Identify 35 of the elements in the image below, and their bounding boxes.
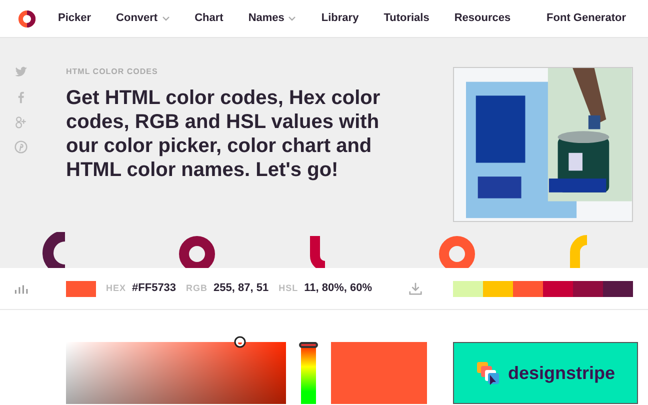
chart-icon[interactable] [14, 284, 29, 294]
brand-name: designstripe [508, 362, 616, 385]
field-label: HEX [106, 282, 126, 295]
pinterest-icon[interactable] [14, 140, 28, 154]
hue-slider[interactable] [301, 342, 316, 404]
palette-swatch[interactable] [543, 280, 573, 296]
field-value: 11, 80%, 60% [304, 281, 372, 296]
palette-swatch[interactable] [513, 280, 543, 296]
section-label: HTML COLOR CODES [66, 66, 159, 78]
field-value: #FF5733 [132, 281, 176, 296]
headline: Get HTML color codes, Hex color codes, RGB and HSL values with our color picker, color chart and HTML color names. Let's go! [66, 86, 382, 182]
nav-link[interactable]: Font Generator [546, 10, 626, 27]
field-label: RGB [186, 282, 208, 295]
nav-link[interactable]: Chart [194, 10, 224, 27]
nav-link[interactable]: Resources [454, 10, 511, 27]
palette-swatch[interactable] [453, 280, 483, 296]
picker-handle[interactable] [234, 336, 246, 348]
nav-link[interactable]: Library [321, 10, 359, 27]
twitter-icon[interactable] [14, 65, 28, 79]
ad-banner[interactable]: designstripe [453, 342, 638, 404]
nav-link[interactable]: Tutorials [384, 10, 430, 27]
palette-swatch[interactable] [603, 280, 633, 296]
field-label: HSL [278, 282, 298, 295]
palette-swatch[interactable] [483, 280, 513, 296]
nav-link[interactable]: Picker [58, 10, 92, 27]
google-plus-icon[interactable] [14, 115, 28, 129]
palette-swatch[interactable] [573, 280, 603, 296]
nav-link[interactable]: Names [248, 10, 296, 27]
logo-icon[interactable] [18, 10, 36, 28]
field-value: 255, 87, 51 [214, 281, 269, 296]
download-icon[interactable] [408, 281, 423, 296]
saturation-area[interactable] [66, 342, 286, 404]
stacked-cards-icon [476, 360, 502, 386]
nav-link[interactable]: Convert [116, 10, 170, 27]
slider-thumb[interactable] [299, 342, 318, 348]
